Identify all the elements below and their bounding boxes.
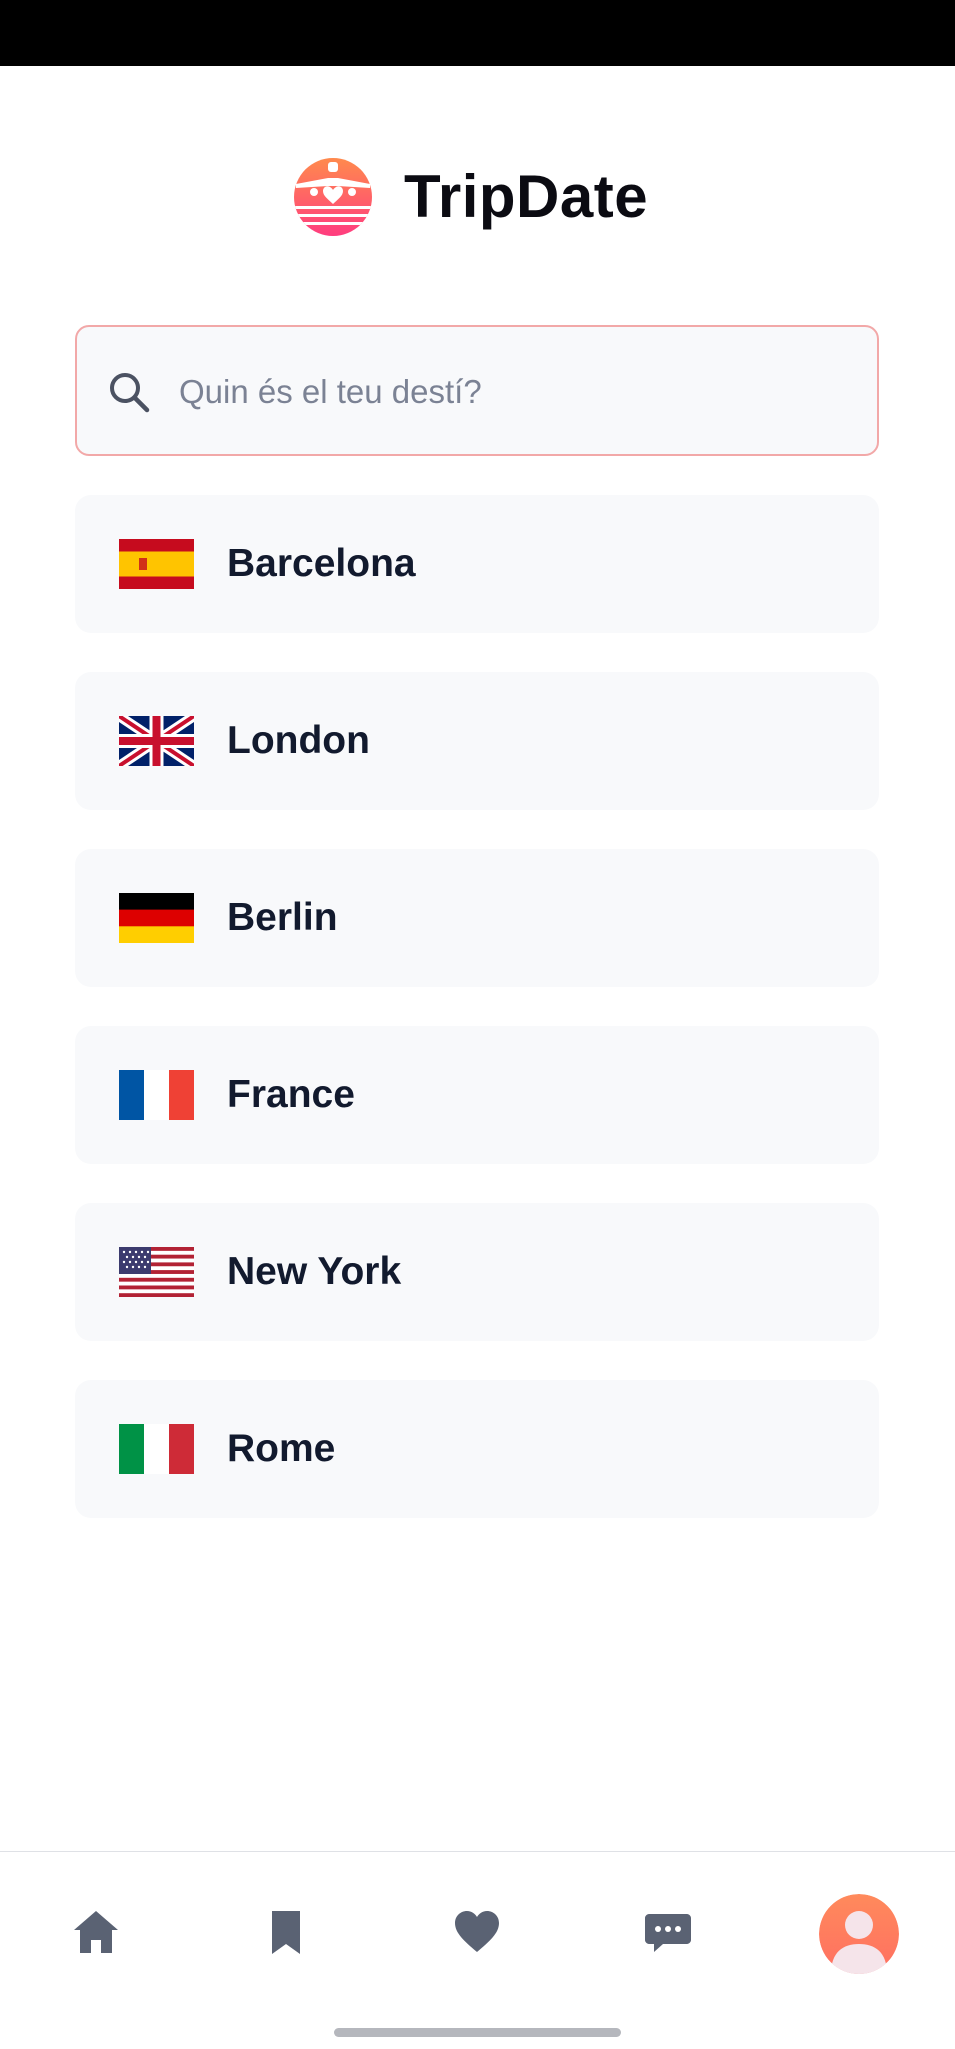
status-bar — [0, 0, 955, 66]
destination-name: Rome — [227, 1427, 336, 1470]
destination-item-new-york[interactable]: New York — [75, 1203, 879, 1341]
destination-item-london[interactable]: London — [75, 672, 879, 810]
italy-flag-icon — [119, 1424, 194, 1474]
home-icon — [74, 1911, 118, 1953]
destination-name: London — [227, 719, 370, 762]
search-box[interactable] — [75, 325, 879, 456]
destination-name: Barcelona — [227, 542, 416, 585]
france-flag-icon — [119, 1070, 194, 1120]
destination-name: France — [227, 1073, 355, 1116]
destination-item-berlin[interactable]: Berlin — [75, 849, 879, 987]
destination-item-rome[interactable]: Rome — [75, 1380, 879, 1518]
destination-name: New York — [227, 1250, 402, 1293]
search-input[interactable] — [177, 351, 841, 433]
bookmark-icon — [272, 1911, 300, 1954]
profile-avatar[interactable] — [819, 1894, 899, 1974]
search-icon — [105, 368, 153, 416]
nav-bookmarks[interactable] — [246, 1892, 326, 1972]
destination-item-france[interactable]: France — [75, 1026, 879, 1164]
destination-item-barcelona[interactable]: Barcelona — [75, 495, 879, 633]
plane-logo-icon — [292, 156, 374, 238]
spain-flag-icon — [119, 539, 194, 589]
bottom-nav — [0, 1851, 955, 2049]
app-title: TripDate — [404, 163, 649, 230]
usa-flag-icon — [119, 1247, 194, 1297]
nav-home[interactable] — [56, 1892, 136, 1972]
nav-messages[interactable] — [628, 1892, 708, 1972]
heart-icon — [455, 1911, 499, 1952]
germany-flag-icon — [119, 893, 194, 943]
nav-favorites[interactable] — [437, 1892, 517, 1972]
uk-flag-icon — [119, 716, 194, 766]
app-header: TripDate — [0, 150, 955, 240]
home-indicator — [334, 2028, 621, 2037]
chat-icon — [645, 1914, 691, 1952]
destination-name: Berlin — [227, 896, 338, 939]
